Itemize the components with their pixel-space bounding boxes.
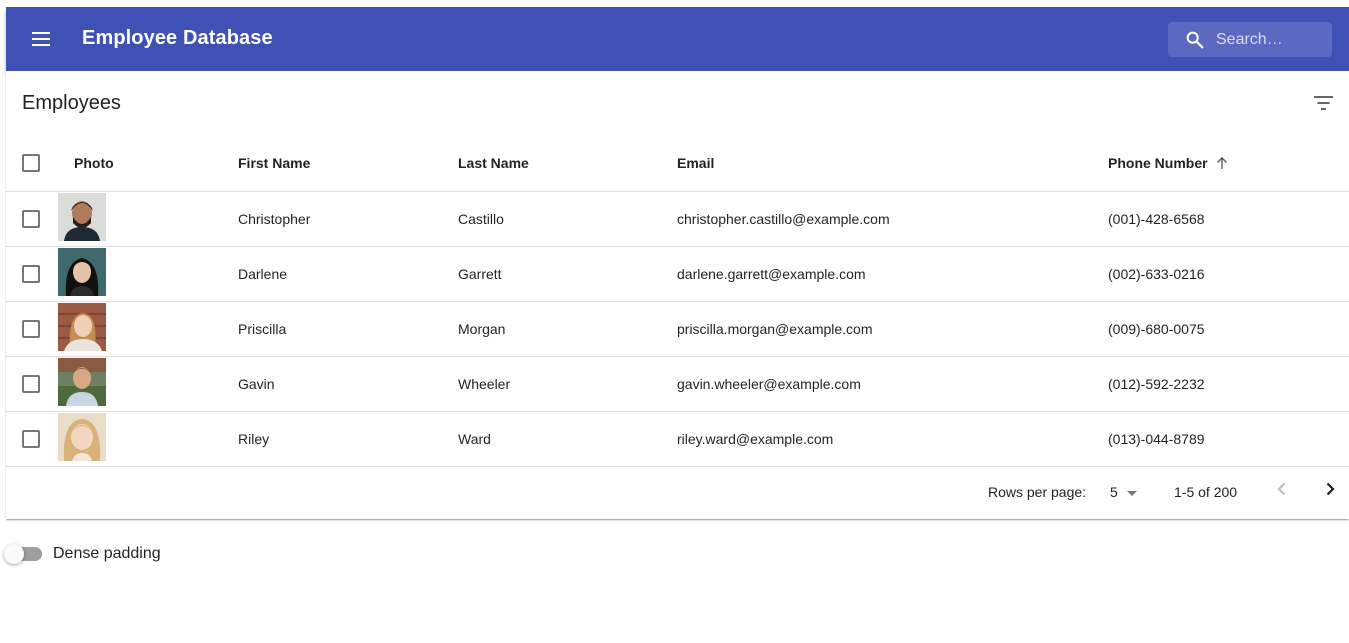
email-cell: riley.ward@example.com <box>677 431 834 447</box>
table-row[interactable]: Darlene Garrett darlene.garrett@example.… <box>6 247 1349 302</box>
search-input[interactable] <box>1216 22 1326 57</box>
column-header-phone[interactable]: Phone Number <box>1108 135 1230 191</box>
row-checkbox[interactable] <box>22 265 40 283</box>
phone-cell: (009)-680-0075 <box>1108 321 1205 337</box>
last-name-cell: Garrett <box>458 266 502 282</box>
employee-photo <box>58 413 106 461</box>
last-name-cell: Castillo <box>458 211 504 227</box>
last-name-cell: Morgan <box>458 321 506 337</box>
phone-cell: (002)-633-0216 <box>1108 266 1205 282</box>
table-row[interactable]: Riley Ward riley.ward@example.com (013)-… <box>6 412 1349 467</box>
first-name-cell: Darlene <box>238 266 288 282</box>
app-bar: Employee Database <box>6 7 1349 71</box>
row-checkbox[interactable] <box>22 320 40 338</box>
rows-per-page-label: Rows per page: <box>988 484 1087 500</box>
rows-per-page-select[interactable]: 5 <box>1110 480 1140 504</box>
email-cell: christopher.castillo@example.com <box>677 211 890 227</box>
employee-photo <box>58 303 106 351</box>
first-name-cell: Priscilla <box>238 321 287 337</box>
column-header-email[interactable]: Email <box>677 135 714 191</box>
first-name-cell: Riley <box>238 431 270 447</box>
arrow-upward-icon[interactable] <box>1214 155 1230 171</box>
first-name-cell: Gavin <box>238 376 275 392</box>
employee-photo <box>58 193 106 241</box>
filter-list-icon <box>1314 96 1333 110</box>
app-title: Employee Database <box>82 27 273 49</box>
phone-cell: (001)-428-6568 <box>1108 211 1205 227</box>
filter-button[interactable] <box>1306 89 1342 117</box>
employee-photo <box>58 358 106 406</box>
column-header-phone-label: Phone Number <box>1108 155 1208 171</box>
first-name-cell: Christopher <box>238 211 311 227</box>
column-header-first-name[interactable]: First Name <box>238 135 310 191</box>
email-cell: priscilla.morgan@example.com <box>677 321 873 337</box>
table-title: Employees <box>22 92 121 114</box>
employees-table-card: Employees Photo First Name Last Name Ema… <box>6 71 1349 519</box>
menu-button[interactable] <box>24 21 60 57</box>
menu-icon <box>32 32 50 46</box>
last-name-cell: Wheeler <box>458 376 511 392</box>
search-icon <box>1186 31 1204 49</box>
pagination-range: 1-5 of 200 <box>1174 484 1238 500</box>
row-checkbox[interactable] <box>22 375 40 393</box>
rows-per-page-value: 5 <box>1110 484 1118 500</box>
phone-cell: (013)-044-8789 <box>1108 431 1205 447</box>
table-row[interactable]: Gavin Wheeler gavin.wheeler@example.com … <box>6 357 1349 412</box>
employee-photo <box>58 248 106 296</box>
column-header-last-name[interactable]: Last Name <box>458 135 529 191</box>
email-cell: darlene.garrett@example.com <box>677 266 866 282</box>
switch-thumb <box>4 544 24 564</box>
email-cell: gavin.wheeler@example.com <box>677 376 861 392</box>
dense-padding-switch[interactable] <box>4 544 44 564</box>
table-row[interactable]: Priscilla Morgan priscilla.morgan@exampl… <box>6 302 1349 357</box>
chevron-right-icon[interactable] <box>1318 477 1342 501</box>
table-pagination: Rows per page: 5 1-5 of 200 <box>6 467 1349 519</box>
last-name-cell: Ward <box>458 431 491 447</box>
phone-cell: (012)-592-2232 <box>1108 376 1205 392</box>
table-row[interactable]: Christopher Castillo christopher.castill… <box>6 192 1349 247</box>
arrow-drop-down-icon <box>1127 491 1137 496</box>
search-box[interactable] <box>1168 22 1332 57</box>
select-all-checkbox[interactable] <box>22 154 40 172</box>
row-checkbox[interactable] <box>22 430 40 448</box>
table-header-row: Photo First Name Last Name Email Phone N… <box>6 135 1349 192</box>
chevron-left-icon[interactable] <box>1270 477 1294 501</box>
dense-padding-label[interactable]: Dense padding <box>53 545 161 563</box>
row-checkbox[interactable] <box>22 210 40 228</box>
column-header-photo: Photo <box>74 155 114 171</box>
